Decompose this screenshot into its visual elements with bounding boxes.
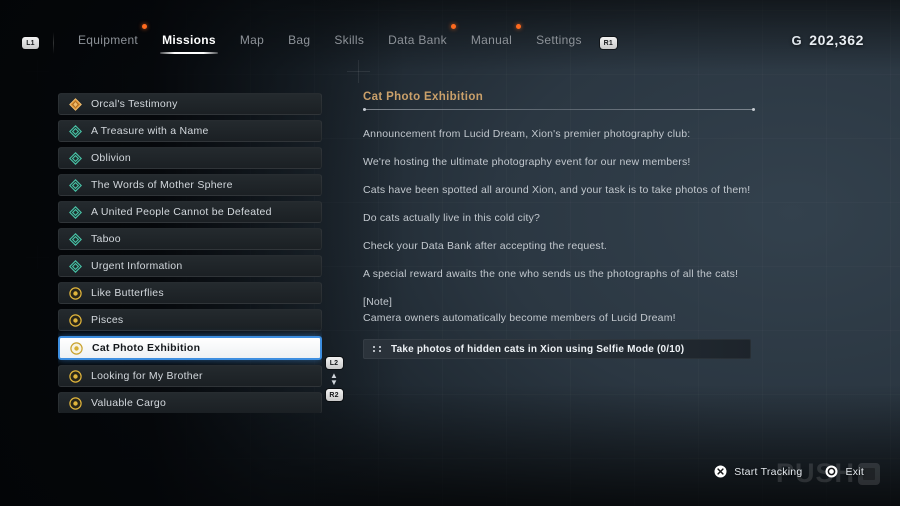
l1-bumper-icon[interactable]: L1 [22, 37, 39, 49]
mission-detail-panel: Cat Photo Exhibition Announcement from L… [363, 91, 763, 359]
l2-trigger-icon[interactable]: L2 [325, 357, 343, 369]
mission-list-item[interactable]: Looking for My Brother [58, 365, 322, 387]
tab-label: Map [239, 32, 265, 47]
notification-dot-icon [516, 23, 522, 29]
tab-map[interactable]: Map [240, 33, 264, 54]
mission-list-item-label: Oblivion [91, 152, 131, 164]
orange-diamond-arrow-icon [69, 97, 82, 111]
teal-diamond-icon [69, 151, 82, 165]
gold-circle-icon [69, 286, 82, 300]
currency-amount: 202,362 [809, 32, 864, 48]
mission-list-item[interactable]: Like Butterflies [58, 282, 322, 304]
mission-list-item-label: Cat Photo Exhibition [92, 342, 201, 354]
mission-list-item[interactable]: A United People Cannot be Defeated [58, 201, 322, 223]
tab-bag[interactable]: Bag [288, 33, 310, 54]
gold-circle-icon [70, 341, 83, 355]
detail-note-body: Camera owners automatically become membe… [363, 312, 676, 324]
mission-detail-title: Cat Photo Exhibition [363, 91, 484, 103]
detail-paragraph: Check your Data Bank after accepting the… [363, 240, 608, 252]
tab-label: Settings [536, 32, 582, 47]
mission-list-item[interactable]: Orcal's Testimony [58, 93, 322, 115]
tab-equipment[interactable]: Equipment [78, 23, 148, 54]
mission-list-item-label: Pisces [91, 314, 124, 326]
notification-dot-icon [142, 23, 148, 29]
tab-label: Missions [162, 32, 216, 47]
detail-paragraph: Announcement from Lucid Dream, Xion's pr… [363, 128, 691, 140]
detail-paragraph: A special reward awaits the one who send… [363, 268, 739, 280]
tab-label: Equipment [78, 32, 139, 47]
scroll-arrows-icon: ▲ ▼ [330, 371, 338, 387]
cross-button-icon [714, 465, 727, 478]
list-scroll-hint: L2 ▲ ▼ R2 [325, 357, 343, 401]
tab-data-bank[interactable]: Data Bank [388, 23, 456, 54]
teal-diamond-icon [69, 205, 82, 219]
r2-trigger-icon[interactable]: R2 [325, 389, 343, 401]
mission-list-item[interactable]: Taboo [58, 228, 322, 250]
mission-list-item[interactable]: Valuable Cargo [58, 392, 322, 413]
detail-paragraph: Do cats actually live in this cold city? [363, 212, 541, 224]
notification-dot-icon [450, 23, 456, 29]
start-tracking-button[interactable]: Start Tracking [714, 465, 802, 478]
teal-diamond-icon [69, 178, 82, 192]
nav-divider [53, 32, 54, 54]
mission-list-item-label: Valuable Cargo [91, 397, 167, 409]
gold-circle-icon [69, 369, 82, 383]
tab-manual[interactable]: Manual [470, 23, 522, 54]
currency-display: G 202,362 [791, 32, 864, 48]
mission-detail-body: Announcement from Lucid Dream, Xion's pr… [363, 127, 763, 325]
mission-list-item[interactable]: Pisces [58, 309, 322, 331]
mission-list-item-label: Taboo [91, 233, 121, 245]
mission-list-item-label: Urgent Information [91, 260, 183, 272]
mission-list-item-label: Like Butterflies [91, 287, 164, 299]
mission-list-item-label: The Words of Mother Sphere [91, 179, 233, 191]
detail-separator [363, 108, 755, 111]
mission-list-item[interactable]: A Treasure with a Name [58, 120, 322, 142]
start-tracking-label: Start Tracking [734, 465, 803, 478]
footer-actions: Start Tracking Exit [714, 465, 864, 478]
r1-bumper-icon[interactable]: R1 [599, 37, 617, 49]
teal-diamond-icon [69, 124, 82, 138]
tab-settings[interactable]: Settings [536, 33, 582, 54]
mission-list-item-label: Orcal's Testimony [91, 98, 178, 110]
exit-label: Exit [845, 465, 864, 478]
detail-paragraph: Cats have been spotted all around Xion, … [363, 184, 751, 196]
mission-list-item[interactable]: Urgent Information [58, 255, 322, 277]
gold-circle-icon [69, 313, 82, 327]
mission-list-item-label: Looking for My Brother [91, 370, 203, 382]
top-navigation-bar: L1 Equipment Missions Map Bag Skills Dat… [0, 23, 900, 60]
tab-label: Skills [334, 32, 365, 47]
mission-objective-row[interactable]: Take photos of hidden cats in Xion using… [363, 339, 751, 359]
objective-handle-icon [373, 346, 382, 352]
circle-button-icon [825, 465, 838, 478]
mission-objective-label: Take photos of hidden cats in Xion using… [391, 343, 685, 355]
detail-note-header: [Note] [363, 296, 393, 308]
gold-circle-icon [69, 396, 82, 410]
tab-label: Manual [470, 32, 513, 47]
exit-button[interactable]: Exit [825, 465, 864, 478]
mission-list-item-selected[interactable]: Cat Photo Exhibition [58, 336, 322, 360]
detail-paragraph: We're hosting the ultimate photography e… [363, 156, 691, 168]
mission-list[interactable]: Orcal's Testimony A Treasure with a Name… [58, 93, 322, 413]
game-menu-screen: L1 Equipment Missions Map Bag Skills Dat… [0, 0, 900, 506]
tab-missions[interactable]: Missions [160, 32, 218, 54]
tab-label: Data Bank [388, 32, 447, 47]
teal-diamond-icon [69, 232, 82, 246]
mission-list-item-label: A United People Cannot be Defeated [91, 206, 272, 218]
mission-list-item[interactable]: The Words of Mother Sphere [58, 174, 322, 196]
teal-diamond-icon [69, 259, 82, 273]
currency-symbol: G [791, 32, 803, 48]
mission-list-item[interactable]: Oblivion [58, 147, 322, 169]
tab-label: Bag [288, 32, 311, 47]
tab-skills[interactable]: Skills [334, 33, 364, 54]
mission-list-item-label: A Treasure with a Name [91, 125, 209, 137]
